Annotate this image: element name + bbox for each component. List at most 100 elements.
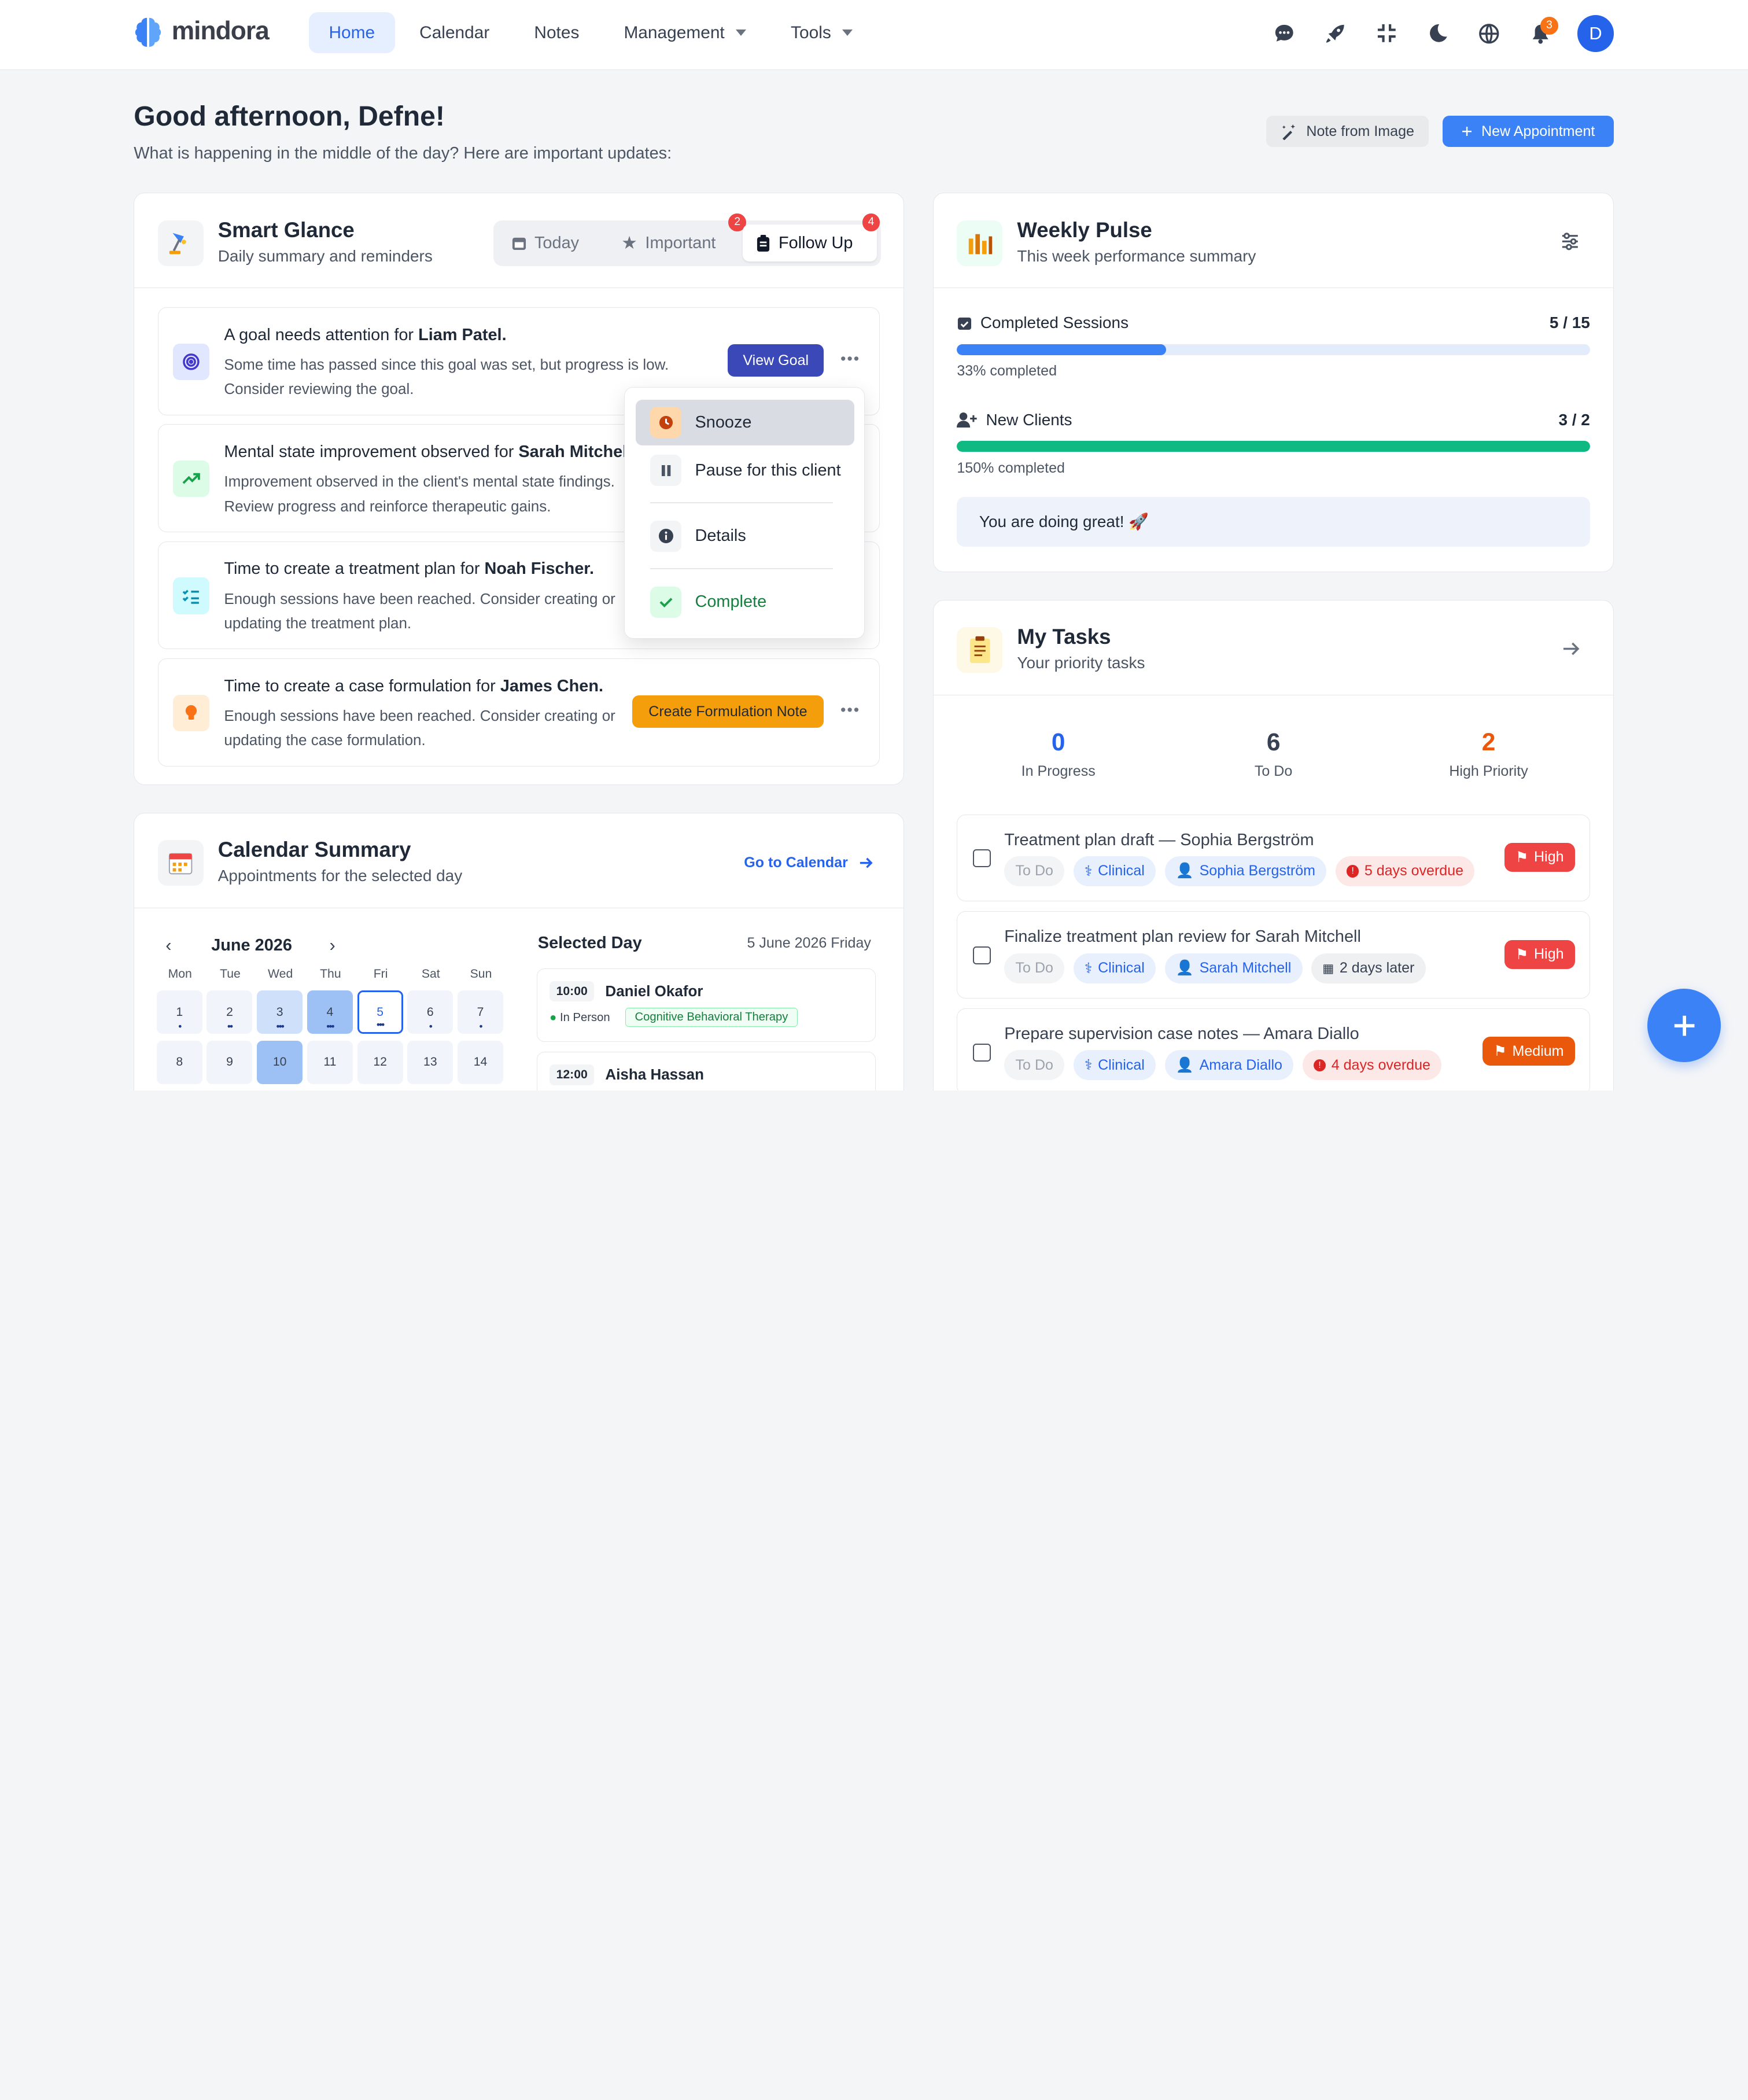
avatar[interactable]: D (1577, 15, 1614, 52)
task-title[interactable]: Prepare supervision case notes — Amara D… (1004, 1025, 1359, 1044)
flag-icon: ⚑ (1515, 946, 1529, 963)
new-appointment-label: New Appointment (1481, 123, 1595, 139)
client-name[interactable]: Liam Patel. (418, 326, 507, 344)
note-from-image-button[interactable]: Note from Image (1266, 116, 1429, 148)
compress-icon[interactable] (1372, 14, 1401, 53)
chat-icon[interactable] (1270, 14, 1299, 53)
completed-sessions-value: 5 / 15 (1549, 314, 1590, 332)
tab-today[interactable]: Today (497, 224, 592, 261)
rocket-icon[interactable] (1321, 14, 1350, 53)
appointment-item[interactable]: 10:00 Daniel Okafor ● In Person Cognitive… (536, 968, 876, 1042)
priority-badge: ⚑ High (1504, 940, 1575, 969)
task-tags: To Do ⚕ Clinical 👤 Sophia Bergström ! 5 day… (1004, 856, 1475, 886)
calendar-day[interactable]: 1 • (156, 990, 202, 1034)
category-tag: ⚕ Clinical (1073, 953, 1156, 983)
menu-item-complete[interactable]: Complete (636, 579, 854, 625)
task-checkbox[interactable] (973, 1043, 991, 1062)
top-actions: 3 D (1270, 14, 1614, 53)
task-title[interactable]: Treatment plan draft — Sophia Bergström (1004, 831, 1314, 850)
user-icon: ● (550, 1011, 557, 1024)
tab-follow-up[interactable]: Follow Up (743, 224, 877, 261)
task-tags: To Do ⚕ Clinical 👤 Amara Diallo ! 4 days ov… (1004, 1050, 1442, 1081)
calendar-day[interactable]: 4 ••• (307, 990, 353, 1034)
task-row: Prepare supervision case notes — Amara D… (957, 1008, 1590, 1090)
prev-month-icon[interactable]: ‹ (165, 935, 171, 956)
client-name[interactable]: James Chen. (500, 677, 603, 695)
item-title: Time to create a treatment plan for Noah… (224, 559, 594, 579)
tab-important[interactable]: ★ Important (608, 224, 729, 261)
calendar-day[interactable]: 14 (458, 1040, 504, 1085)
weekday-label: Fri (373, 967, 388, 981)
next-month-icon[interactable]: › (329, 935, 335, 956)
calendar-day[interactable]: 8 (156, 1040, 202, 1085)
new-clients-progress (957, 441, 1590, 452)
menu-item-snooze[interactable]: Snooze (636, 399, 855, 445)
moon-icon[interactable] (1424, 14, 1452, 53)
calendar-day[interactable]: 6 • (407, 990, 453, 1034)
view-goal-button[interactable]: View Goal (728, 344, 824, 377)
appointment-time: 12:00 (550, 1064, 595, 1085)
follow-up-badge: 4 (862, 213, 880, 231)
calendar-day[interactable]: 11 (307, 1040, 353, 1085)
client-tag[interactable]: 👤 Sophia Bergström (1164, 856, 1327, 886)
arrow-right-icon[interactable] (1562, 640, 1580, 661)
calendar-day[interactable]: 5 ••• (357, 990, 403, 1034)
nav-tools[interactable]: Tools (770, 12, 872, 53)
event-dots: • (479, 1020, 482, 1033)
item-description: Enough sessions have been reached. Consi… (224, 590, 615, 632)
calendar-day[interactable]: 13 (407, 1040, 453, 1085)
menu-item-details[interactable]: Details (636, 513, 854, 559)
client-name[interactable]: Sarah Mitchell. (518, 443, 636, 461)
nav-calendar[interactable]: Calendar (399, 12, 510, 53)
my-tasks-subtitle: Your priority tasks (1017, 654, 1145, 672)
calendar-summary-header: Calendar Summary Appointments for the se… (134, 813, 903, 908)
nav-home[interactable]: Home (308, 12, 395, 54)
more-options-icon[interactable]: ••• (840, 701, 860, 719)
new-appointment-button[interactable]: + New Appointment (1442, 116, 1614, 148)
create-formulation-note-button[interactable]: Create Formulation Note (632, 695, 824, 728)
appointment-time: 10:00 (550, 981, 595, 1002)
calendar-day[interactable]: 9 (206, 1040, 253, 1085)
appointment-item[interactable]: 12:00 Aisha Hassan (536, 1052, 876, 1090)
smart-glance-tabs: Today ★ Important 2 Follow Up 4 (493, 213, 882, 266)
calendar-day[interactable]: 2 •• (206, 990, 253, 1034)
calendar-icon (157, 840, 204, 886)
bell-icon[interactable]: 3 (1526, 14, 1558, 53)
task-checkbox[interactable] (973, 946, 991, 964)
priority-label: High (1534, 946, 1564, 963)
more-options-icon[interactable]: ••• (840, 350, 860, 368)
top-navbar: mindora Home Calendar Notes Management T… (0, 0, 1748, 71)
task-title[interactable]: Finalize treatment plan review for Sarah… (1004, 927, 1361, 946)
client-name[interactable]: Noah Fischer. (485, 559, 594, 578)
menu-item-pause[interactable]: Pause for this client (636, 448, 854, 493)
weekly-pulse-title: Weekly Pulse (1017, 218, 1152, 242)
go-to-calendar-link[interactable]: Go to Calendar (744, 854, 873, 871)
calendar-day[interactable]: 12 (357, 1040, 403, 1085)
nav-notes[interactable]: Notes (514, 12, 599, 53)
clock-icon (650, 407, 682, 439)
sliders-icon[interactable] (1560, 231, 1580, 256)
page-title: Good afternoon, Defne! (134, 101, 445, 132)
calendar-day[interactable]: 3 ••• (257, 990, 303, 1034)
note-from-image-label: Note from Image (1306, 123, 1414, 139)
client-tag[interactable]: 👤 Amara Diallo (1164, 1050, 1294, 1081)
flag-icon: ⚑ (1493, 1043, 1507, 1060)
client-tag[interactable]: 👤 Sarah Mitchell (1164, 953, 1303, 983)
task-checkbox[interactable] (973, 849, 991, 868)
calendar-check-icon (957, 315, 972, 336)
logo[interactable]: mindora (134, 16, 270, 47)
progress-fill (957, 344, 1166, 355)
context-menu: Snooze Pause for this client Details Com… (624, 386, 865, 639)
status-tag: To Do (1004, 1050, 1065, 1081)
globe-icon[interactable] (1474, 14, 1503, 53)
add-fab-button[interactable] (1647, 989, 1721, 1063)
calendar-day[interactable]: 10 (257, 1040, 303, 1085)
appointment-mode: ● In Person (550, 1011, 610, 1025)
item-title-text: A goal needs attention for (224, 325, 419, 344)
stat-high-priority-value: 2 (1481, 728, 1496, 756)
calendar-icon: ▦ (1322, 961, 1334, 975)
nav-management[interactable]: Management (604, 12, 766, 53)
calendar-day[interactable]: 7 • (458, 990, 504, 1034)
nav-management-label: Management (624, 23, 725, 42)
due-label: 5 days overdue (1364, 863, 1464, 879)
